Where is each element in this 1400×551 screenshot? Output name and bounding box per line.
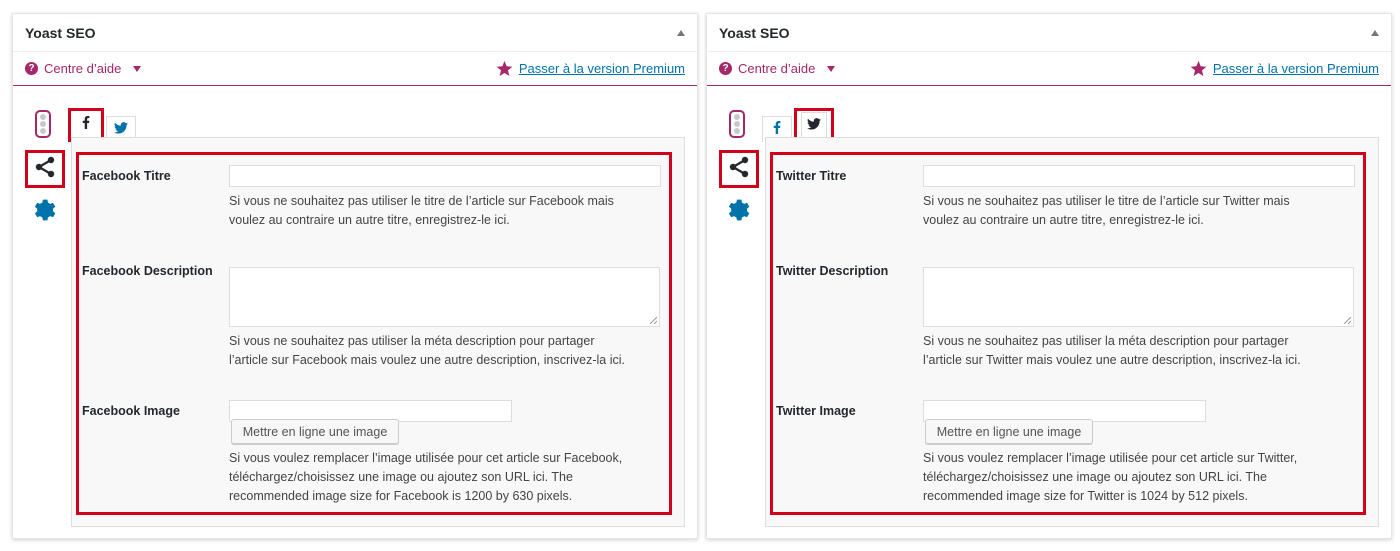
upload-image-button[interactable]: Mettre en ligne une image (925, 419, 1093, 444)
question-circle-icon: ? (25, 62, 38, 75)
help-line: Si vous ne souhaitez pas utiliser le tit… (923, 194, 1290, 208)
help-center-label: Centre d’aide (738, 61, 816, 76)
traffic-dot (734, 120, 740, 127)
help-line: voulez au contraire un autre titre, enre… (229, 213, 510, 227)
settings-nav-button[interactable] (31, 198, 59, 226)
help-line: voulez au contraire un autre titre, enre… (923, 213, 1204, 227)
description-help-text: Si vous ne souhaitez pas utiliser la mét… (229, 332, 669, 370)
help-line: l’article sur Twitter mais voulez une au… (923, 353, 1301, 367)
traffic-dot (40, 114, 46, 121)
help-center-toggle[interactable]: ? Centre d’aide (25, 61, 142, 76)
facebook-icon (773, 120, 781, 139)
star-icon (496, 60, 513, 77)
panel-title: Yoast SEO (719, 24, 790, 41)
help-line: recommended image size for Facebook is 1… (229, 489, 573, 503)
help-center-toggle[interactable]: ? Centre d’aide (719, 61, 836, 76)
traffic-dot (40, 120, 46, 127)
help-bar: ? Centre d’aide Passer à la version Prem… (707, 52, 1391, 86)
panel-title: Yoast SEO (25, 24, 96, 41)
description-help-text: Si vous ne souhaitez pas utiliser la mét… (923, 332, 1363, 370)
traffic-dot (40, 127, 46, 134)
premium-link[interactable]: Passer à la version Premium (519, 61, 685, 76)
panel-header: Yoast SEO (707, 14, 1391, 52)
gear-icon (33, 198, 57, 227)
help-line: Si vous voulez remplacer l’image utilisé… (229, 451, 623, 465)
settings-nav-button[interactable] (725, 198, 753, 226)
caret-down-icon (133, 65, 142, 72)
help-line: Si vous ne souhaitez pas utiliser la mét… (229, 334, 595, 348)
premium-link-container[interactable]: Passer à la version Premium (1190, 60, 1379, 77)
upload-image-button[interactable]: Mettre en ligne une image (231, 419, 399, 444)
share-icon (33, 155, 57, 184)
help-line: recommended image size for Twitter is 10… (923, 489, 1248, 503)
facebook-description-textarea[interactable] (229, 267, 660, 327)
collapse-arrow-icon[interactable] (677, 29, 685, 36)
yoast-seo-panel-twitter: Yoast SEO ? Centre d’aide Passer à la ve… (706, 13, 1392, 539)
resize-grip-icon[interactable] (1343, 316, 1351, 324)
help-line: Si vous ne souhaitez pas utiliser la mét… (923, 334, 1289, 348)
tab-twitter-inner (801, 112, 827, 138)
description-label: Twitter Description (776, 264, 889, 278)
help-line: Si vous ne souhaitez pas utiliser le tit… (229, 194, 614, 208)
facebook-icon (82, 116, 90, 134)
title-label: Twitter Titre (776, 169, 847, 183)
facebook-title-input[interactable] (229, 165, 661, 187)
help-line: téléchargez/choisissez une image ou ajou… (229, 470, 573, 484)
share-icon (727, 155, 751, 184)
resize-grip-icon[interactable] (649, 316, 657, 324)
help-line: téléchargez/choisissez une image ou ajou… (923, 470, 1267, 484)
help-line: Si vous voulez remplacer l’image utilisé… (923, 451, 1298, 465)
help-center-label: Centre d’aide (44, 61, 122, 76)
traffic-light-icon[interactable] (729, 110, 745, 138)
title-label: Facebook Titre (82, 169, 171, 183)
image-label: Twitter Image (776, 404, 856, 418)
panel-header: Yoast SEO (13, 14, 697, 52)
description-label: Facebook Description (82, 264, 213, 278)
traffic-dot (734, 127, 740, 134)
twitter-title-input[interactable] (923, 165, 1355, 187)
traffic-light-icon[interactable] (35, 110, 51, 138)
image-help-text: Si vous voulez remplacer l’image utilisé… (923, 449, 1363, 506)
collapse-arrow-icon[interactable] (1371, 29, 1379, 36)
image-help-text: Si vous voulez remplacer l’image utilisé… (229, 449, 669, 506)
question-circle-icon: ? (719, 62, 732, 75)
yoast-seo-panel-facebook: Yoast SEO ? Centre d’aide Passer à la ve… (12, 13, 698, 539)
social-nav-button[interactable] (25, 150, 65, 188)
traffic-dot (734, 114, 740, 121)
social-nav-button[interactable] (719, 150, 759, 188)
twitter-description-textarea[interactable] (923, 267, 1354, 327)
title-help-text: Si vous ne souhaitez pas utiliser le tit… (229, 192, 669, 230)
image-label: Facebook Image (82, 404, 180, 418)
help-line: l’article sur Facebook mais voulez une a… (229, 353, 625, 367)
premium-link[interactable]: Passer à la version Premium (1213, 61, 1379, 76)
twitter-icon (114, 121, 128, 139)
gear-icon (727, 198, 751, 227)
caret-down-icon (827, 65, 836, 72)
star-icon (1190, 60, 1207, 77)
twitter-icon (807, 117, 821, 135)
title-help-text: Si vous ne souhaitez pas utiliser le tit… (923, 192, 1363, 230)
help-bar: ? Centre d’aide Passer à la version Prem… (13, 52, 697, 86)
premium-link-container[interactable]: Passer à la version Premium (496, 60, 685, 77)
